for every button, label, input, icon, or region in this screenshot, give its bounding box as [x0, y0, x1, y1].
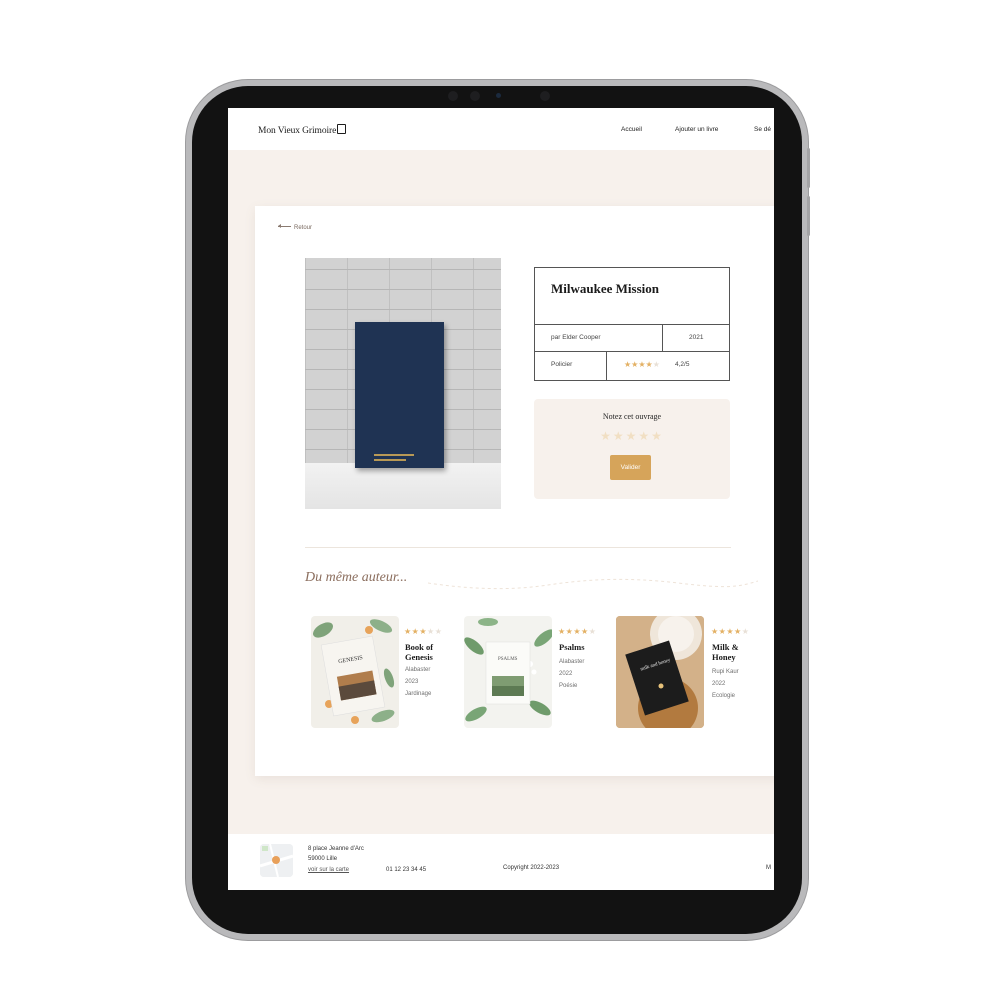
book-spine-text — [374, 459, 406, 461]
camera-icon — [496, 93, 501, 98]
star-icon: ★ — [419, 627, 428, 636]
arrow-left-icon — [278, 224, 291, 228]
site-footer: 8 place Jeanne d'Arc 59000 Lille voir su… — [228, 834, 774, 890]
related-rating-genesis: ★★★★★ — [404, 627, 442, 636]
star-icon: ★ — [558, 627, 566, 636]
related-year: 2023 — [405, 679, 419, 685]
map-thumbnail[interactable] — [260, 844, 293, 877]
footer-address-line1: 8 place Jeanne d'Arc — [308, 846, 364, 852]
average-rating-stars: ★★★★★ — [624, 360, 660, 369]
star-icon: ★ — [581, 627, 589, 636]
book-object — [355, 322, 444, 468]
star-input-1[interactable]: ★ — [600, 429, 613, 443]
footer-address-line2: 59000 Lille — [308, 856, 338, 862]
nav-logout[interactable]: Se dé — [754, 126, 771, 133]
related-year: 2022 — [712, 681, 726, 687]
star-input-2[interactable]: ★ — [613, 429, 626, 443]
average-rating-value: 4,2/5 — [675, 361, 690, 368]
star-empty-icon: ★ — [427, 627, 435, 636]
star-icon: ★ — [711, 627, 719, 636]
back-link[interactable]: Retour — [278, 224, 313, 231]
related-genre: Jardinage — [405, 691, 432, 697]
rating-input-stars: ★★★★★ — [534, 429, 730, 443]
related-cover-psalms[interactable]: PSALMS — [464, 616, 552, 728]
screen: Mon Vieux Grimoire Accueil Ajouter un li… — [228, 108, 774, 890]
footer-copyright: Copyright 2022-2023 — [503, 865, 560, 871]
site-header: Mon Vieux Grimoire Accueil Ajouter un li… — [228, 108, 774, 150]
star-input-3[interactable]: ★ — [626, 429, 639, 443]
star-icon: ★ — [645, 360, 653, 369]
nav-add-book[interactable]: Ajouter un livre — [675, 126, 718, 133]
validate-button[interactable]: Valider — [610, 455, 651, 480]
psalms-cover-illustration: PSALMS — [464, 618, 552, 722]
sensor-icon — [448, 91, 458, 101]
star-input-5[interactable]: ★ — [651, 429, 664, 443]
related-cover-genesis[interactable]: GENESIS — [311, 616, 399, 728]
same-author-title: Du même auteur... — [305, 570, 408, 585]
map-pin-icon — [260, 844, 293, 877]
nav-home[interactable]: Accueil — [621, 126, 642, 133]
related-title-genesis[interactable]: Book of Genesis — [405, 642, 447, 662]
star-empty-icon: ★ — [652, 360, 660, 369]
site-logo[interactable]: Mon Vieux Grimoire — [258, 124, 347, 136]
map-link[interactable]: voir sur la carte — [308, 867, 349, 873]
related-rating-psalms: ★★★★★ — [558, 627, 596, 636]
cell-divider — [606, 352, 607, 380]
cell-divider — [662, 325, 663, 352]
star-input-4[interactable]: ★ — [638, 429, 651, 443]
volume-down-button — [807, 196, 810, 236]
volume-up-button — [807, 148, 810, 188]
star-empty-icon: ★ — [434, 627, 443, 636]
star-icon: ★ — [734, 627, 742, 636]
back-label: Retour — [294, 225, 313, 231]
related-title-psalms[interactable]: Psalms — [559, 642, 601, 653]
book-genre: Policier — [551, 361, 573, 368]
rating-panel: Notez cet ouvrage ★★★★★ Valider — [534, 399, 730, 499]
star-empty-icon: ★ — [741, 627, 750, 636]
rating-panel-title: Notez cet ouvrage — [602, 412, 662, 421]
star-icon: ★ — [726, 627, 735, 636]
book-logo-icon — [337, 124, 347, 134]
related-year: 2022 — [559, 671, 573, 677]
book-spine-text — [374, 454, 414, 456]
book-author: par Elder Cooper — [551, 334, 601, 341]
related-author: Alabaster — [405, 667, 431, 673]
logo-text: Mon Vieux Grimoire — [258, 126, 337, 136]
genesis-cover-illustration: GENESIS — [313, 619, 395, 724]
related-title-milk-honey[interactable]: Milk & Honey — [712, 642, 754, 662]
related-genre: Poésie — [559, 683, 578, 689]
genre-rating-row: Policier ★★★★★ 4,2/5 — [535, 351, 729, 380]
star-icon: ★ — [404, 627, 412, 636]
section-divider — [305, 547, 731, 548]
related-rating-milk-honey: ★★★★★ — [711, 627, 749, 636]
footer-phone: 01 12 23 34 45 — [386, 867, 427, 873]
related-genre: Ecologie — [712, 693, 736, 699]
author-year-row: par Elder Cooper 2021 — [535, 324, 729, 352]
sensor-icon — [540, 91, 550, 101]
book-info-box: Milwaukee Mission par Elder Cooper 2021 … — [534, 267, 730, 381]
book-year: 2021 — [689, 334, 704, 341]
star-icon: ★ — [573, 627, 582, 636]
sensor-icon — [470, 91, 480, 101]
footer-right-fragment: M — [766, 865, 771, 871]
table-surface — [305, 463, 501, 509]
decorative-wave — [428, 578, 758, 590]
related-cover-milk-honey[interactable]: milk and honey — [616, 616, 704, 728]
star-icon: ★ — [638, 360, 646, 369]
book-cover-image — [305, 258, 501, 509]
milk-honey-cover-illustration: milk and honey — [616, 616, 704, 728]
related-author: Rupi Kaur — [712, 669, 739, 675]
psalms-cover-text: PSALMS — [498, 657, 518, 662]
star-empty-icon: ★ — [588, 627, 597, 636]
related-author: Alabaster — [559, 659, 585, 665]
book-title: Milwaukee Mission — [551, 281, 659, 296]
